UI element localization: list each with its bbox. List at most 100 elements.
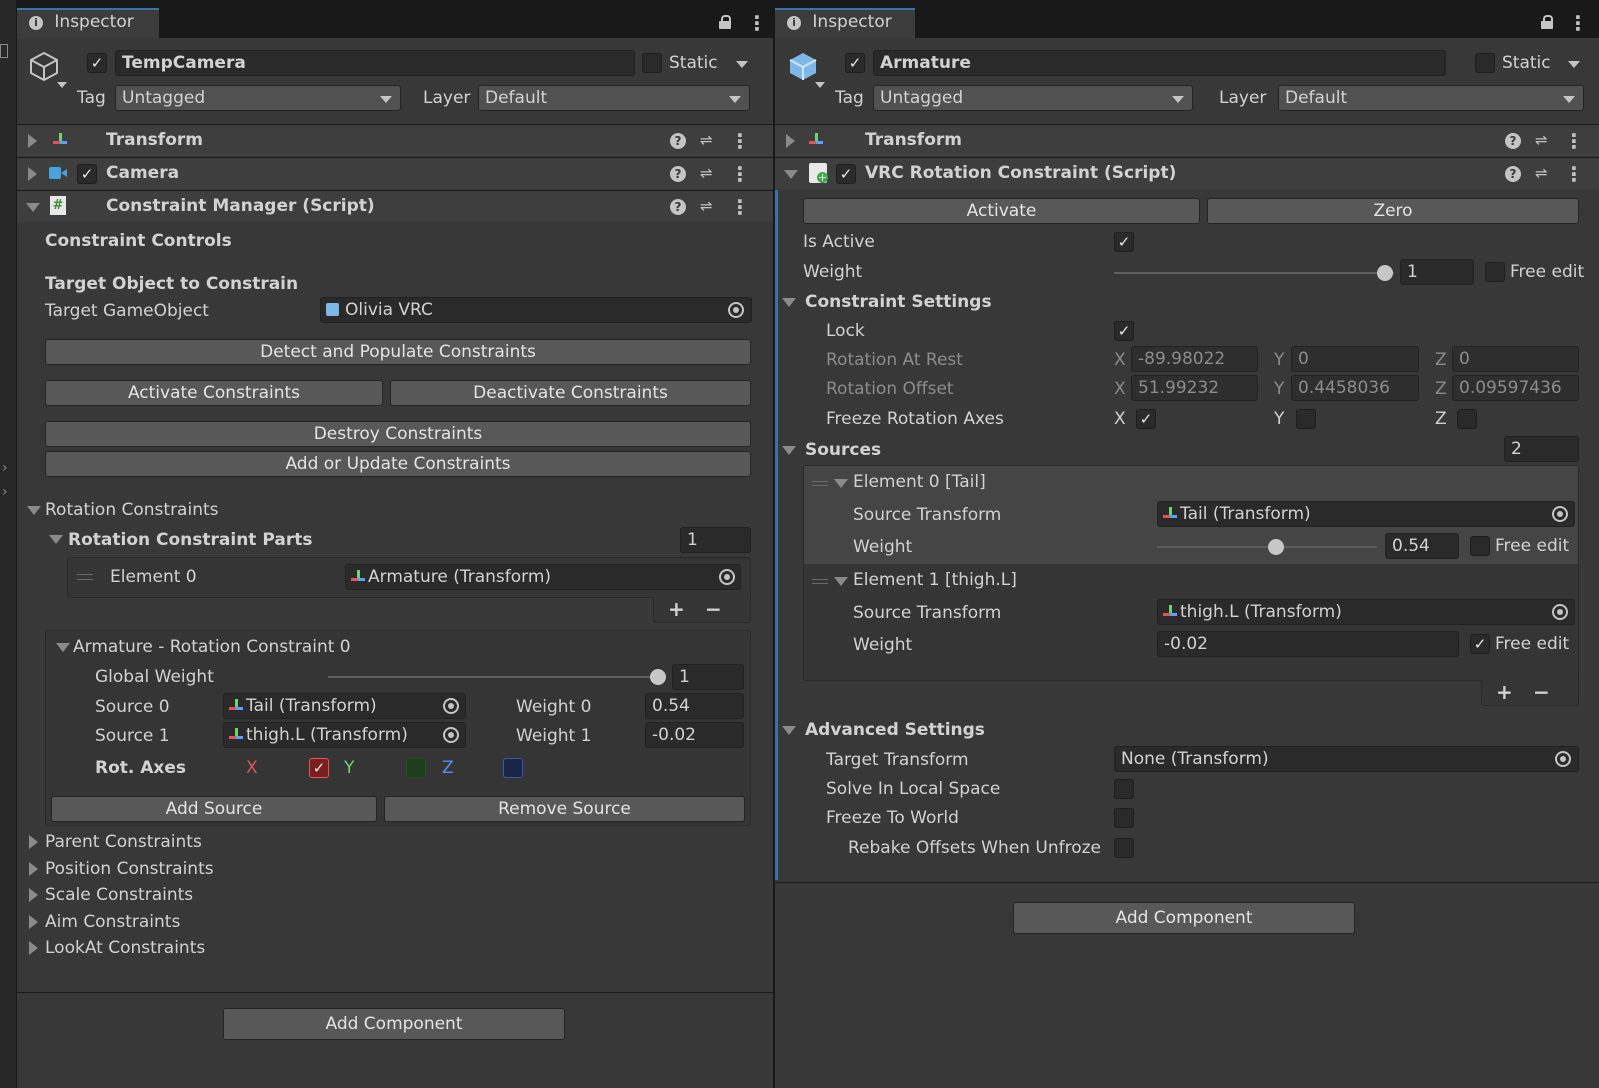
activate-button[interactable]: Activate — [803, 198, 1200, 224]
foldout-arrow-icon[interactable] — [834, 479, 848, 488]
left-inspector-tab[interactable]: i Inspector — [17, 8, 159, 38]
foldout-arrow-icon[interactable] — [56, 643, 70, 652]
foldout-arrow-icon[interactable] — [27, 506, 41, 515]
element0-weight-knob[interactable] — [1267, 539, 1284, 555]
element0-weight-input[interactable]: 0.54 — [1385, 533, 1459, 559]
sources-foldout[interactable]: Sources — [805, 439, 881, 461]
deactivate-constraints-button[interactable]: Deactivate Constraints — [390, 380, 751, 406]
foldout-arrow-icon[interactable] — [782, 726, 796, 735]
rotation-parts-count[interactable]: 1 — [680, 527, 751, 553]
zero-button[interactable]: Zero — [1207, 198, 1579, 224]
element1-free-edit-checkbox[interactable]: ✓ — [1470, 634, 1490, 654]
armature-box-title[interactable]: Armature - Rotation Constraint 0 — [73, 636, 351, 658]
freeze-x-checkbox[interactable]: ✓ — [1136, 409, 1156, 429]
scale-constraints-foldout[interactable]: Scale Constraints — [45, 884, 193, 906]
drag-handle-icon[interactable] — [812, 481, 828, 486]
foldout-arrow-icon[interactable] — [782, 298, 796, 307]
global-weight-knob[interactable] — [650, 669, 666, 685]
sources-count-input[interactable]: 2 — [1504, 436, 1579, 462]
static-checkbox[interactable] — [642, 53, 662, 73]
remove-source-button[interactable]: Remove Source — [384, 796, 745, 822]
presets-icon[interactable]: ⇌ — [700, 132, 716, 148]
object-picker-icon[interactable] — [443, 727, 459, 743]
drag-handle-icon[interactable] — [77, 574, 93, 580]
static-dropdown-icon[interactable] — [736, 61, 748, 68]
tag-dropdown[interactable]: Untagged — [873, 85, 1193, 111]
axis-y-checkbox[interactable] — [406, 758, 426, 778]
object-picker-icon[interactable] — [1552, 506, 1568, 522]
component-menu-icon[interactable] — [1564, 162, 1584, 186]
presets-icon[interactable]: ⇌ — [700, 165, 716, 181]
foldout-arrow-icon[interactable] — [786, 134, 795, 148]
foldout-arrow-icon[interactable] — [29, 915, 38, 929]
axis-x-checkbox[interactable]: ✓ — [309, 758, 329, 778]
foldout-arrow-icon[interactable] — [29, 941, 38, 955]
edge-arrow-icon-1[interactable]: › — [2, 460, 8, 476]
object-name-input[interactable]: Armature — [873, 50, 1446, 76]
lock-icon[interactable] — [1541, 15, 1553, 29]
freeze-z-checkbox[interactable] — [1457, 409, 1477, 429]
drag-handle-icon[interactable] — [812, 579, 828, 584]
component-menu-icon[interactable] — [1564, 129, 1584, 153]
weight-knob[interactable] — [1377, 265, 1393, 281]
foldout-arrow-icon[interactable] — [28, 134, 37, 148]
help-icon[interactable]: ? — [1505, 166, 1521, 182]
add-update-constraints-button[interactable]: Add or Update Constraints — [45, 451, 751, 477]
weight0-input[interactable]: 0.54 — [645, 693, 744, 719]
object-picker-icon[interactable] — [728, 302, 744, 318]
source1-field[interactable]: thigh.L (Transform) — [223, 722, 466, 748]
rebake-checkbox[interactable] — [1114, 838, 1134, 858]
element1-title[interactable]: Element 1 [thigh.L] — [853, 569, 1017, 591]
tab-menu-icon[interactable] — [747, 11, 767, 35]
rest-x-input[interactable]: -89.98022 — [1131, 346, 1258, 372]
lookat-constraints-foldout[interactable]: LookAt Constraints — [45, 937, 205, 959]
aim-constraints-foldout[interactable]: Aim Constraints — [45, 911, 180, 933]
component-menu-icon[interactable] — [730, 129, 750, 153]
element1-weight-input[interactable]: -0.02 — [1157, 631, 1459, 657]
object-picker-icon[interactable] — [443, 698, 459, 714]
tag-dropdown[interactable]: Untagged — [115, 85, 401, 111]
target-gameobject-field[interactable]: Olivia VRC — [320, 297, 752, 323]
foldout-arrow-icon[interactable] — [26, 203, 40, 212]
solve-local-checkbox[interactable] — [1114, 779, 1134, 799]
parent-constraints-foldout[interactable]: Parent Constraints — [45, 831, 202, 853]
destroy-constraints-button[interactable]: Destroy Constraints — [45, 421, 751, 447]
lock-checkbox[interactable]: ✓ — [1114, 321, 1134, 341]
layer-dropdown[interactable]: Default — [478, 85, 750, 111]
detect-populate-button[interactable]: Detect and Populate Constraints — [45, 339, 751, 365]
global-weight-input[interactable]: 1 — [672, 664, 744, 690]
edge-arrow-icon-2[interactable]: › — [2, 484, 8, 500]
presets-icon[interactable]: ⇌ — [1535, 165, 1551, 181]
active-checkbox[interactable]: ✓ — [87, 53, 107, 73]
weight-track[interactable] — [1114, 272, 1394, 274]
weight-free-edit-checkbox[interactable] — [1485, 262, 1505, 282]
position-constraints-foldout[interactable]: Position Constraints — [45, 858, 214, 880]
vrc-rotation-header[interactable]: + ✓ VRC Rotation Constraint (Script) ? ⇌ — [775, 157, 1599, 189]
element1-source-field[interactable]: thigh.L (Transform) — [1157, 599, 1575, 625]
element0-free-edit-checkbox[interactable] — [1470, 536, 1490, 556]
weight1-input[interactable]: -0.02 — [645, 722, 744, 748]
foldout-arrow-icon[interactable] — [782, 446, 796, 455]
edge-collapse-icon[interactable] — [0, 44, 8, 58]
add-component-button[interactable]: Add Component — [223, 1008, 565, 1040]
foldout-arrow-icon[interactable] — [834, 577, 848, 586]
object-picker-icon[interactable] — [719, 569, 735, 585]
component-menu-icon[interactable] — [730, 162, 750, 186]
is-active-checkbox[interactable]: ✓ — [1114, 232, 1134, 252]
icon-dropdown-arrow-icon[interactable] — [815, 82, 825, 88]
foldout-arrow-icon[interactable] — [29, 888, 38, 902]
help-icon[interactable]: ? — [1505, 133, 1521, 149]
help-icon[interactable]: ? — [670, 166, 686, 182]
foldout-arrow-icon[interactable] — [29, 862, 38, 876]
add-component-button[interactable]: Add Component — [1013, 902, 1355, 934]
element0-field[interactable]: Armature (Transform) — [345, 564, 741, 590]
add-source-button[interactable]: Add Source — [51, 796, 377, 822]
constraint-manager-header[interactable]: # Constraint Manager (Script) ? ⇌ — [17, 190, 773, 222]
source0-field[interactable]: Tail (Transform) — [223, 693, 466, 719]
object-picker-icon[interactable] — [1555, 751, 1571, 767]
rest-y-input[interactable]: 0 — [1291, 346, 1419, 372]
rest-z-input[interactable]: 0 — [1452, 346, 1579, 372]
axis-z-checkbox[interactable] — [503, 758, 523, 778]
element0-source-field[interactable]: Tail (Transform) — [1157, 501, 1575, 527]
presets-icon[interactable]: ⇌ — [1535, 132, 1551, 148]
